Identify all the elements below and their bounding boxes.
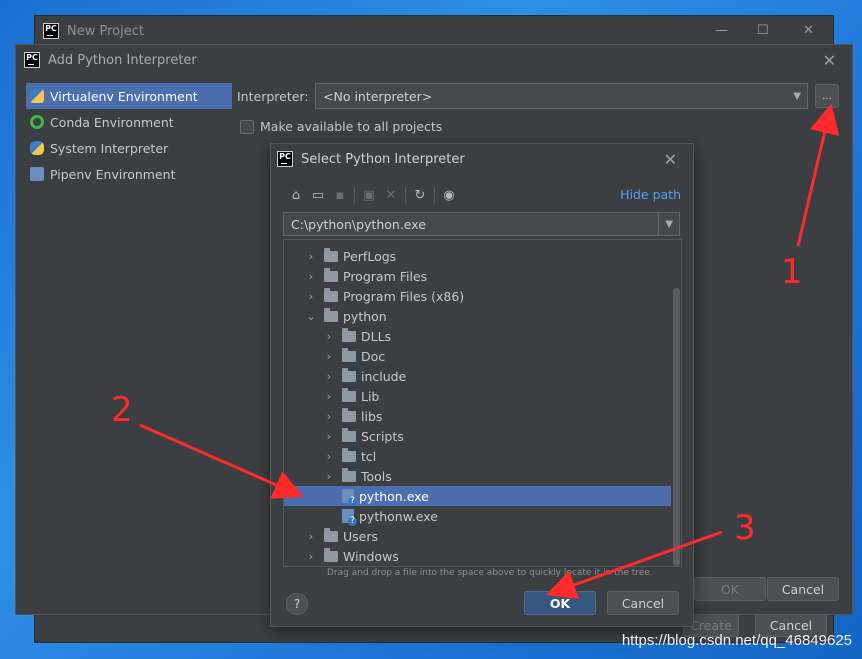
arrow-to-browse xyxy=(796,103,840,247)
arrow-to-python-exe xyxy=(139,423,304,499)
arrow-to-ok xyxy=(545,530,723,600)
annotation-arrows xyxy=(139,103,840,600)
watermark: https://blog.csdn.net/qq_46849625 xyxy=(621,632,852,649)
annotation-number-3: 3 xyxy=(734,508,756,548)
annotation-number-2: 2 xyxy=(111,390,133,430)
annotation-number-1: 1 xyxy=(781,252,803,292)
